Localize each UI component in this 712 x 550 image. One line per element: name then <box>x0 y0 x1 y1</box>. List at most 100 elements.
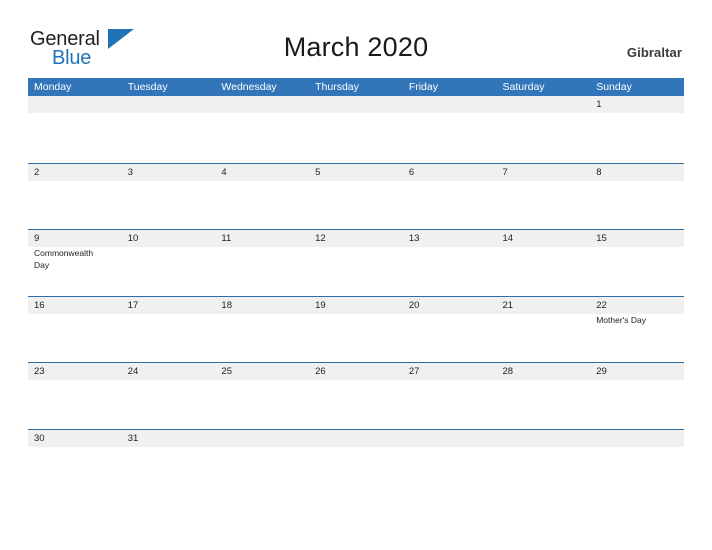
day-number: 16 <box>34 299 45 311</box>
day-number: 11 <box>221 233 232 244</box>
weekday-header-friday: Friday <box>408 81 438 93</box>
day-cell-12[interactable]: 12 <box>309 230 403 296</box>
day-number: 3 <box>127 166 133 178</box>
holiday-label: Mother's Day <box>596 314 647 325</box>
day-cell-5[interactable]: 5 <box>309 164 403 230</box>
weekday-header-tuesday: Tuesday <box>127 81 168 93</box>
day-number: 13 <box>408 233 420 244</box>
day-cell-3[interactable]: 3 <box>122 164 216 230</box>
day-number: 28 <box>502 366 514 377</box>
week-day-cells: 9 Commonwealth Day 10 11 12 13 14 15 <box>28 230 684 296</box>
day-cell-empty <box>215 96 309 163</box>
day-events: Mother's Day <box>596 315 684 327</box>
day-cell-8[interactable]: 8 <box>590 164 684 230</box>
day-cell-7[interactable]: 7 <box>497 164 591 230</box>
calendar-week-rows: 1 2 3 4 5 6 7 8 9 Commonwealth Day 10 11 12 13 14 15 16 1… <box>28 96 684 465</box>
day-cell-empty <box>122 96 216 163</box>
day-number: 1 <box>596 99 602 110</box>
calendar-page: General Blue March 2020 Gibraltar Monday… <box>0 0 712 550</box>
day-cell-empty <box>590 430 684 465</box>
day-cell-25[interactable]: 25 <box>215 363 309 429</box>
day-number: 20 <box>408 299 420 311</box>
day-cell-15[interactable]: 15 <box>590 230 684 296</box>
week-day-cells: 16 17 18 19 20 21 22 Mother's Day <box>28 297 684 363</box>
day-cell-4[interactable]: 4 <box>215 164 309 230</box>
holiday-label: Commonwealth Day <box>34 248 94 270</box>
day-number: 24 <box>127 366 139 377</box>
day-number: 5 <box>315 166 321 178</box>
day-cell-2[interactable]: 2 <box>28 164 122 230</box>
day-number: 18 <box>221 299 232 311</box>
day-cell-empty <box>403 430 497 465</box>
day-cell-empty <box>309 430 403 465</box>
calendar-grid: Monday Tuesday Wednesday Thursday Friday Satu… <box>28 78 684 465</box>
day-number: 31 <box>127 432 139 444</box>
day-cell-28[interactable]: 28 <box>497 363 591 429</box>
day-number: 12 <box>315 233 326 244</box>
day-cell-19[interactable]: 19 <box>309 297 403 363</box>
day-cell-empty <box>28 96 122 163</box>
weekday-header-row: Monday Tuesday Wednesday Thursday Friday Satu… <box>28 78 684 96</box>
week-day-cells: 30 31 <box>28 430 684 465</box>
day-cell-10[interactable]: 10 <box>122 230 216 296</box>
day-number: 15 <box>596 233 607 244</box>
day-cell-empty <box>215 430 309 465</box>
calendar-week-row: 16 17 18 19 20 21 22 Mother's Day <box>28 295 684 363</box>
day-number: 22 <box>596 299 607 311</box>
day-cell-6[interactable]: 6 <box>403 164 497 230</box>
day-cell-22[interactable]: 22 Mother's Day <box>590 297 684 363</box>
day-number: 9 <box>34 233 40 244</box>
calendar-week-row: 1 <box>28 96 684 163</box>
day-cell-26[interactable]: 26 <box>309 363 403 429</box>
day-cell-24[interactable]: 24 <box>122 363 216 429</box>
day-cell-29[interactable]: 29 <box>590 363 684 429</box>
day-cell-23[interactable]: 23 <box>28 363 122 429</box>
day-number: 10 <box>127 233 139 244</box>
day-cell-27[interactable]: 27 <box>403 363 497 429</box>
day-number: 8 <box>596 166 602 178</box>
day-cell-30[interactable]: 30 <box>28 430 122 465</box>
day-cell-empty <box>497 96 591 163</box>
week-day-cells: 23 24 25 26 27 28 29 <box>28 363 684 429</box>
day-cell-empty <box>497 430 591 465</box>
calendar-week-row: 9 Commonwealth Day 10 11 12 13 14 15 <box>28 229 684 296</box>
calendar-week-row: 30 31 <box>28 428 684 465</box>
day-cell-20[interactable]: 20 <box>403 297 497 363</box>
day-cell-18[interactable]: 18 <box>215 297 309 363</box>
day-cell-17[interactable]: 17 <box>122 297 216 363</box>
day-number: 26 <box>315 366 326 377</box>
day-number: 25 <box>221 366 232 377</box>
weekday-header-saturday: Saturday <box>502 81 545 93</box>
page-title: March 2020 <box>283 32 429 62</box>
day-number: 21 <box>502 299 514 311</box>
day-cell-16[interactable]: 16 <box>28 297 122 363</box>
week-day-cells: 2 3 4 5 6 7 8 <box>28 164 684 230</box>
region-label: Gibraltar <box>626 45 682 60</box>
day-number: 17 <box>127 299 139 311</box>
day-cell-21[interactable]: 21 <box>497 297 591 363</box>
day-cell-11[interactable]: 11 <box>215 230 309 296</box>
day-number: 2 <box>34 166 40 178</box>
day-cell-1[interactable]: 1 <box>590 96 684 163</box>
calendar-week-row: 2 3 4 5 6 7 8 <box>28 162 684 230</box>
day-cell-empty <box>403 96 497 163</box>
day-cell-31[interactable]: 31 <box>122 430 216 465</box>
day-number: 14 <box>502 233 514 244</box>
weekday-header-wednesday: Wednesday <box>221 81 277 93</box>
day-number: 23 <box>34 366 45 377</box>
day-number: 29 <box>596 366 607 377</box>
weekday-header-sunday: Sunday <box>596 81 632 93</box>
day-number: 6 <box>408 166 415 178</box>
day-number: 27 <box>408 366 420 377</box>
weekday-header-monday: Monday <box>34 81 72 93</box>
day-number: 4 <box>221 166 227 178</box>
weekday-header-thursday: Thursday <box>315 81 359 93</box>
day-number: 30 <box>34 432 45 444</box>
day-cell-14[interactable]: 14 <box>497 230 591 296</box>
day-cell-13[interactable]: 13 <box>403 230 497 296</box>
day-number: 7 <box>502 166 508 178</box>
day-cell-9[interactable]: 9 Commonwealth Day <box>28 230 122 296</box>
calendar-week-row: 23 24 25 26 27 28 29 <box>28 362 684 429</box>
page-header: General Blue March 2020 Gibraltar <box>0 0 712 78</box>
week-day-cells: 1 <box>28 96 684 163</box>
